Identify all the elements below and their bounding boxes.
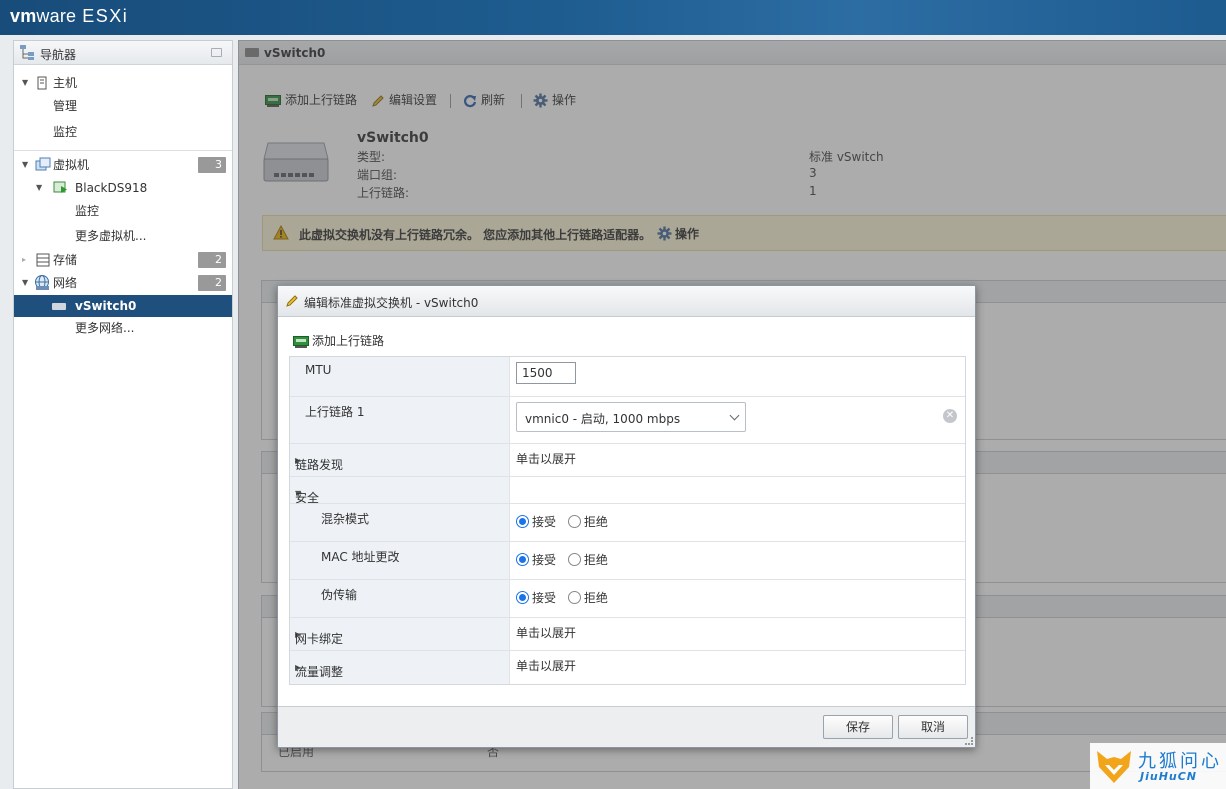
nav-network-label: 网络 xyxy=(53,276,78,290)
remove-uplink-icon[interactable]: ✕ xyxy=(943,409,957,423)
nav-vm-blackds918[interactable]: ▼ BlackDS918 xyxy=(36,177,232,199)
mac-change-reject-radio[interactable]: 拒绝 xyxy=(567,553,608,567)
row-forged-transmits: 伪传输 接受 拒绝 xyxy=(290,580,965,618)
expand-down-icon[interactable]: ▼ xyxy=(22,272,32,294)
nav-vswitch0[interactable]: vSwitch0 xyxy=(14,295,232,317)
row-mac-change: MAC 地址更改 接受 拒绝 xyxy=(290,542,965,580)
nav-storage-label: 存储 xyxy=(53,253,78,267)
nav-host[interactable]: ▼ 主机 xyxy=(22,72,232,94)
dialog-header: 编辑标准虚拟交换机 - vSwitch0 xyxy=(278,286,975,317)
forged-reject-radio[interactable]: 拒绝 xyxy=(567,591,608,605)
nav-vswitch0-label: vSwitch0 xyxy=(75,299,137,313)
navigator-title: 导航器 xyxy=(40,48,77,62)
watermark: 九狐问心 JiuHuCN xyxy=(1090,743,1226,789)
fox-logo-icon xyxy=(1097,751,1131,783)
save-button[interactable]: 保存 xyxy=(823,715,893,739)
row-link-discovery[interactable]: ▶ 链路发现 单击以展开 xyxy=(290,444,965,477)
nav-host-label: 主机 xyxy=(53,76,78,90)
expand-right-icon[interactable]: ▸ xyxy=(22,249,32,271)
traffic-shaping-label: 流量调整 xyxy=(295,665,344,679)
link-discovery-value[interactable]: 单击以展开 xyxy=(516,450,576,467)
forged-accept-radio[interactable]: 接受 xyxy=(516,591,556,605)
traffic-shaping-value[interactable]: 单击以展开 xyxy=(516,657,576,674)
uplink-1-label: 上行链路 1 xyxy=(305,405,365,419)
app-header: vmware ESXi xyxy=(0,0,1226,35)
row-uplink-1: 上行链路 1 vmnic0 - 启动, 1000 mbps ✕ xyxy=(290,397,965,444)
collapse-navigator-icon[interactable] xyxy=(211,48,222,57)
nav-vms-label: 虚拟机 xyxy=(53,158,90,172)
row-traffic-shaping[interactable]: ▶ 流量调整 单击以展开 xyxy=(290,651,965,684)
expand-down-icon[interactable]: ▼ xyxy=(22,72,32,94)
uplink-1-selected-value: vmnic0 - 启动, 1000 mbps xyxy=(525,412,681,426)
nic-teaming-value[interactable]: 单击以展开 xyxy=(516,624,576,641)
storage-count-badge: 2 xyxy=(198,252,226,268)
vm-count-badge: 3 xyxy=(198,157,226,173)
navigator-header: 导航器 xyxy=(14,41,232,65)
watermark-subtext: JiuHuCN xyxy=(1140,770,1198,783)
network-globe-icon xyxy=(35,275,49,290)
nav-more-networks[interactable]: 更多网络... xyxy=(75,317,134,339)
add-uplink-icon xyxy=(293,335,309,348)
resize-grip-icon[interactable] xyxy=(965,737,973,745)
vm-icon xyxy=(35,157,51,171)
mtu-label: MTU xyxy=(305,363,332,377)
network-count-badge: 2 xyxy=(198,275,226,291)
nic-teaming-label: 网卡绑定 xyxy=(295,632,344,646)
vmware-logo: vmware ESXi xyxy=(10,6,129,26)
edit-vswitch-dialog: 编辑标准虚拟交换机 - vSwitch0 添加上行链路 MTU 上行链路 1 v… xyxy=(277,285,976,748)
link-discovery-label: 链路发现 xyxy=(295,458,344,472)
nav-vm-name: BlackDS918 xyxy=(75,181,148,195)
promiscuous-label: 混杂模式 xyxy=(321,512,370,526)
navigator-panel: 导航器 ▼ 主机 管理 监控 ▼ 虚拟机 3 ▼ BlackDS918 监控 更… xyxy=(13,40,233,789)
pencil-icon xyxy=(286,295,298,307)
row-nic-teaming[interactable]: ▶ 网卡绑定 单击以展开 xyxy=(290,618,965,651)
mac-change-label: MAC 地址更改 xyxy=(321,550,400,564)
storage-icon xyxy=(36,253,50,267)
expand-down-icon[interactable]: ▼ xyxy=(22,154,32,176)
row-mtu: MTU xyxy=(290,357,965,397)
forged-transmits-label: 伪传输 xyxy=(321,588,358,602)
row-promiscuous: 混杂模式 接受 拒绝 xyxy=(290,504,965,542)
host-icon xyxy=(37,76,47,90)
vswitch-icon xyxy=(52,303,66,310)
nav-host-monitor[interactable]: 监控 xyxy=(53,121,77,143)
row-security[interactable]: ▼ 安全 xyxy=(290,477,965,505)
dialog-footer: 保存 取消 xyxy=(278,706,975,747)
mac-change-accept-radio[interactable]: 接受 xyxy=(516,553,556,567)
navigator-icon xyxy=(20,45,34,60)
uplink-1-select[interactable]: vmnic0 - 启动, 1000 mbps xyxy=(516,402,746,432)
dialog-add-uplink-button[interactable]: 添加上行链路 xyxy=(293,332,384,349)
nav-vm-monitor[interactable]: 监控 xyxy=(75,200,99,222)
nav-more-vms[interactable]: 更多虚拟机... xyxy=(75,225,146,247)
cancel-button[interactable]: 取消 xyxy=(898,715,968,739)
dialog-title: 编辑标准虚拟交换机 - vSwitch0 xyxy=(304,296,479,310)
promiscuous-reject-radio[interactable]: 拒绝 xyxy=(567,515,608,529)
settings-grid: MTU 上行链路 1 vmnic0 - 启动, 1000 mbps ✕ ▶链路发… xyxy=(289,356,966,685)
expand-down-icon[interactable]: ▼ xyxy=(36,177,46,199)
chevron-down-icon xyxy=(729,410,740,421)
vm-powered-on-icon xyxy=(53,181,67,193)
nav-divider xyxy=(14,150,232,151)
promiscuous-accept-radio[interactable]: 接受 xyxy=(516,515,556,529)
nav-host-manage[interactable]: 管理 xyxy=(53,95,77,117)
mtu-input[interactable] xyxy=(516,362,576,384)
